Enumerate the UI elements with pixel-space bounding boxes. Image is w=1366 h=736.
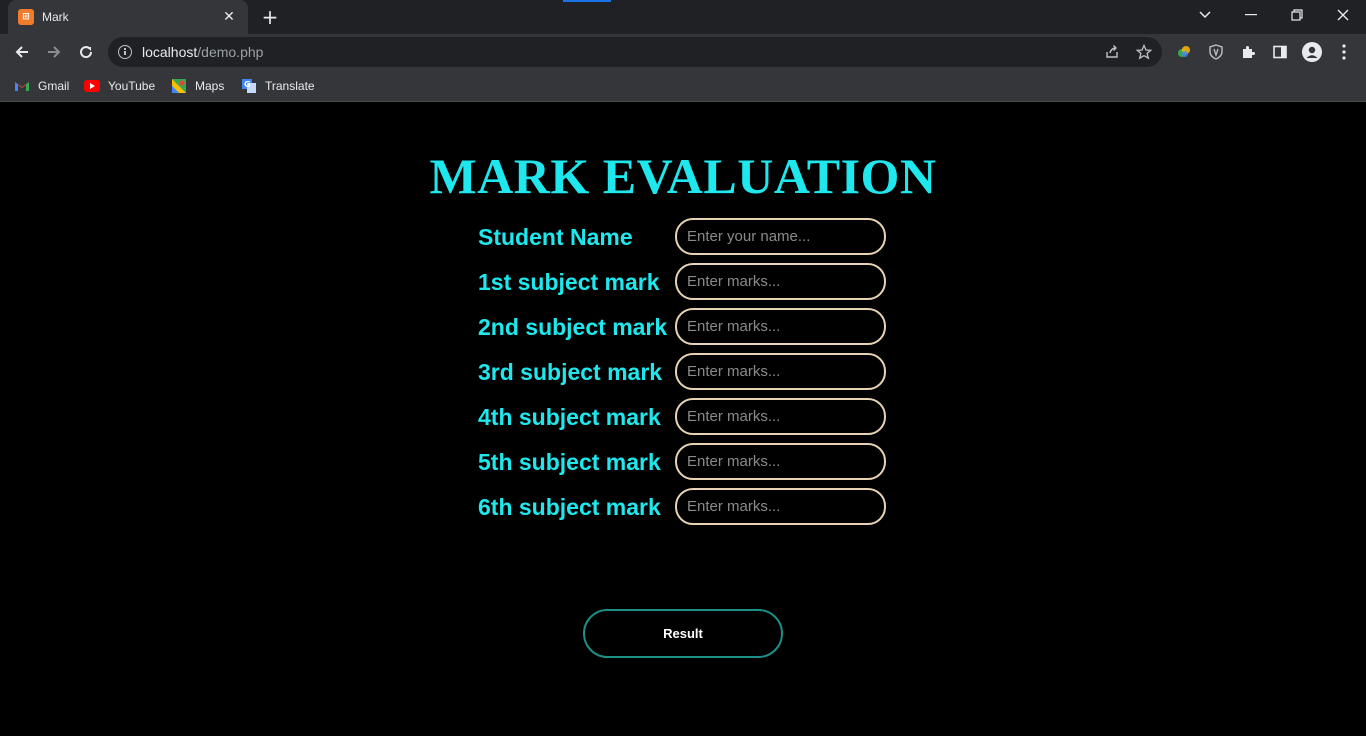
subject-5-input[interactable] [675, 443, 886, 480]
form-row-subject-1: 1st subject mark [478, 263, 898, 300]
subject-4-input[interactable] [675, 398, 886, 435]
address-bar[interactable]: localhost/demo.php [108, 37, 1162, 67]
form-row-subject-4: 4th subject mark [478, 398, 898, 435]
svg-text:G: G [244, 80, 251, 89]
subject-2-input[interactable] [675, 308, 886, 345]
side-panel-icon[interactable] [1268, 40, 1292, 64]
extensions-puzzle-icon[interactable] [1236, 40, 1260, 64]
browser-tab-strip: ⊞ Mark ✕ + [0, 0, 1366, 34]
tab-title: Mark [42, 10, 69, 24]
bookmark-youtube[interactable]: YouTube [84, 76, 155, 96]
tab-indicator [563, 0, 611, 2]
browser-toolbar: localhost/demo.php [0, 34, 1366, 70]
forward-button[interactable] [40, 38, 68, 66]
subject-6-label: 6th subject mark [478, 494, 661, 520]
bookmarks-bar: Gmail YouTube Maps G Translate [0, 70, 1366, 102]
back-button[interactable] [8, 38, 36, 66]
bookmark-gmail[interactable]: Gmail [14, 76, 69, 96]
form-row-subject-3: 3rd subject mark [478, 353, 898, 390]
restore-button[interactable] [1274, 0, 1320, 30]
page-content: MARK EVALUATION Student Name 1st subject… [0, 103, 1366, 736]
subject-3-label: 3rd subject mark [478, 359, 663, 385]
bookmark-star-icon[interactable] [1132, 40, 1156, 64]
tab-search-icon[interactable] [1182, 0, 1228, 30]
subject-5-label: 5th subject mark [478, 449, 661, 475]
share-icon[interactable] [1100, 40, 1124, 64]
profile-avatar-icon[interactable] [1300, 40, 1324, 64]
student-name-input[interactable] [675, 218, 886, 255]
bookmark-maps[interactable]: Maps [171, 76, 224, 96]
page-title: MARK EVALUATION [429, 148, 937, 204]
result-button[interactable]: Result [583, 609, 783, 658]
xampp-favicon-icon: ⊞ [18, 9, 34, 25]
student-name-label: Student Name [478, 224, 633, 250]
form-row-subject-2: 2nd subject mark [478, 308, 898, 345]
maps-icon [171, 78, 187, 94]
tab-close-icon[interactable]: ✕ [220, 9, 238, 25]
subject-1-label: 1st subject mark [478, 269, 660, 295]
extension-colorful-icon[interactable] [1172, 40, 1196, 64]
site-info-icon[interactable] [118, 45, 132, 59]
bookmark-translate[interactable]: G Translate [241, 76, 315, 96]
new-tab-button[interactable]: + [258, 5, 282, 29]
reload-button[interactable] [72, 38, 100, 66]
close-window-button[interactable] [1320, 0, 1366, 30]
form-row-subject-6: 6th subject mark [478, 488, 898, 525]
url-text[interactable]: localhost/demo.php [142, 44, 263, 60]
gmail-icon [14, 78, 30, 94]
shield-icon[interactable] [1204, 40, 1228, 64]
form-row-subject-5: 5th subject mark [478, 443, 898, 480]
form-row-student-name: Student Name [478, 218, 898, 255]
subject-6-input[interactable] [675, 488, 886, 525]
subject-4-label: 4th subject mark [478, 404, 661, 430]
subject-3-input[interactable] [675, 353, 886, 390]
youtube-icon [84, 78, 100, 94]
menu-kebab-icon[interactable] [1332, 40, 1356, 64]
subject-2-label: 2nd subject mark [478, 314, 668, 340]
subject-1-input[interactable] [675, 263, 886, 300]
translate-icon: G [241, 78, 257, 94]
minimize-button[interactable] [1228, 0, 1274, 30]
browser-tab[interactable]: ⊞ Mark ✕ [8, 0, 248, 34]
